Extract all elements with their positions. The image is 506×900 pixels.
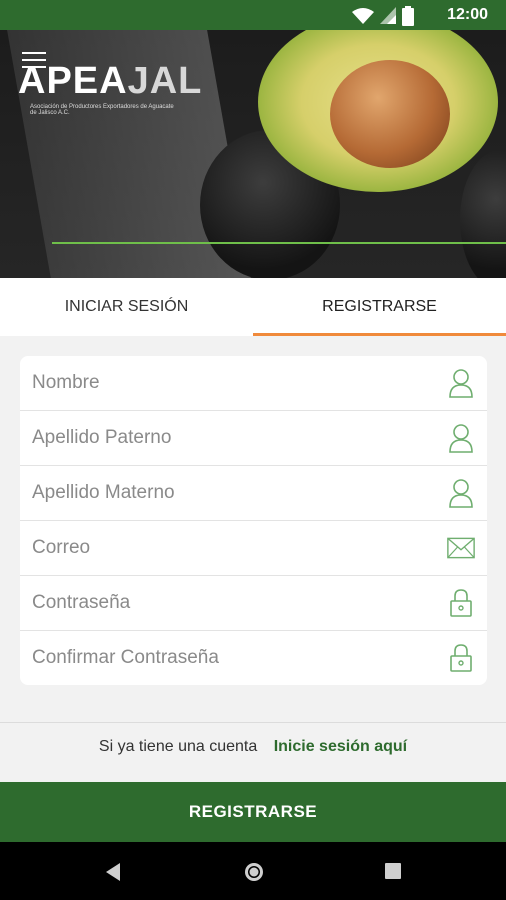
apeajal-logo: APEAJAL Asociación de Productores Export… (18, 62, 202, 116)
user-icon (447, 424, 475, 453)
registration-form: Nombre Apellido Paterno Apellido Materno… (20, 356, 487, 685)
correo-placeholder: Correo (32, 537, 91, 558)
user-icon (447, 479, 475, 508)
apellido-paterno-field[interactable]: Apellido Paterno (20, 411, 487, 466)
status-bar: 12:00 (0, 0, 506, 30)
user-icon (447, 369, 475, 398)
avocado-pit-image (330, 60, 450, 168)
logo-secondary: JAL (127, 60, 203, 102)
lock-icon (447, 589, 475, 617)
tab-registrarse[interactable]: REGISTRARSE (253, 278, 506, 336)
login-link[interactable]: Inicie sesión aquí (274, 738, 407, 755)
battery-icon (402, 6, 414, 26)
wifi-icon (352, 8, 374, 24)
login-prompt-row: Si ya tiene una cuenta Inicie sesión aqu… (0, 738, 506, 756)
nombre-placeholder: Nombre (32, 372, 100, 393)
tab-iniciar-sesion[interactable]: INICIAR SESIÓN (0, 278, 253, 336)
apellido-paterno-placeholder: Apellido Paterno (32, 427, 172, 448)
hero-accent-line (52, 242, 506, 244)
nombre-field[interactable]: Nombre (20, 356, 487, 411)
confirmar-contrasena-field[interactable]: Confirmar Contraseña (20, 631, 487, 685)
hero-banner: APEAJAL Asociación de Productores Export… (0, 30, 506, 278)
system-nav-bar (0, 842, 506, 900)
recent-apps-icon[interactable] (385, 863, 401, 879)
registrarse-button[interactable]: REGISTRARSE (0, 782, 506, 842)
envelope-icon (447, 534, 475, 562)
back-icon[interactable] (104, 862, 122, 882)
status-icons (352, 6, 414, 26)
avocado-image (460, 150, 506, 278)
footer-divider (0, 722, 506, 723)
auth-tabs: INICIAR SESIÓN REGISTRARSE (0, 278, 506, 336)
home-icon[interactable] (243, 861, 265, 883)
logo-subtitle: Asociación de Productores Exportadores d… (30, 104, 174, 116)
signal-icon (380, 7, 396, 24)
contrasena-placeholder: Contraseña (32, 592, 131, 613)
contrasena-field[interactable]: Contraseña (20, 576, 487, 631)
menu-icon[interactable] (22, 52, 46, 68)
confirmar-contrasena-placeholder: Confirmar Contraseña (32, 647, 219, 668)
apellido-materno-placeholder: Apellido Materno (32, 482, 175, 503)
login-prompt-text: Si ya tiene una cuenta (98, 738, 258, 755)
apellido-materno-field[interactable]: Apellido Materno (20, 466, 487, 521)
correo-field[interactable]: Correo (20, 521, 487, 576)
lock-icon (447, 644, 475, 672)
status-time: 12:00 (447, 6, 488, 23)
